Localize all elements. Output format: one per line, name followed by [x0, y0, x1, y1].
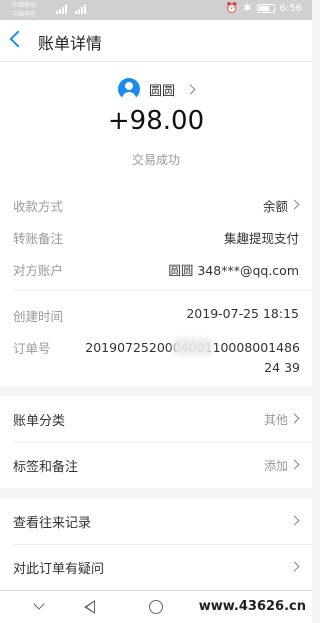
redaction-mark	[173, 338, 213, 356]
records-group: 查看往来记录 对此订单有疑问	[0, 498, 312, 590]
detail-value: 余额	[262, 199, 288, 214]
payee-name: 圆圆	[149, 83, 176, 99]
avatar-icon	[118, 78, 140, 100]
page-title: 账单详情	[38, 34, 103, 53]
detail-row-payment-method[interactable]: 收款方式 余额	[0, 188, 312, 220]
details-card: 收款方式 余额 转账备注 集趣提现支付 对方账户 圆圆 348***@qq.co…	[0, 182, 312, 386]
detail-label: 订单号	[13, 341, 51, 356]
chevron-right-icon	[289, 515, 300, 526]
transaction-status: 交易成功	[131, 153, 180, 167]
status-right: ⏰ ✱ 6:56	[226, 3, 302, 14]
carrier-labels: 中国移动 中国电信	[12, 1, 36, 19]
carrier-2: 中国电信	[12, 11, 37, 18]
payee-link[interactable]: 圆圆	[118, 78, 196, 100]
back-icon[interactable]	[9, 30, 27, 48]
clock: 6:56	[279, 3, 302, 14]
hide-keyboard-icon[interactable]	[33, 598, 45, 610]
detail-row-created-time: 创建时间 2019-07-25 18:15	[0, 298, 312, 330]
history-row[interactable]: 查看往来记录	[0, 498, 312, 544]
transaction-summary: 圆圆 +98.00 交易成功	[0, 62, 312, 182]
carrier-1: 中国移动	[12, 2, 37, 9]
detail-row-counterparty: 对方账户 圆圆 348***@qq.com	[0, 252, 312, 284]
amount: +98.00	[107, 106, 205, 136]
navbar: 账单详情	[0, 20, 312, 62]
signal-icon	[56, 4, 86, 14]
home-icon[interactable]	[149, 600, 163, 614]
row-label: 标签和备注	[13, 460, 79, 475]
bluetooth-icon: ✱	[243, 3, 252, 14]
question-row[interactable]: 对此订单有疑问	[0, 544, 312, 590]
detail-label: 收款方式	[13, 199, 64, 214]
chevron-right-icon	[289, 199, 300, 210]
system-nav-bar: www.43626.cn	[0, 590, 312, 623]
detail-row-remark: 转账备注 集趣提现支付	[0, 220, 312, 252]
row-value: 添加	[263, 459, 288, 473]
chevron-right-icon	[289, 561, 300, 572]
chevron-right-icon	[185, 84, 196, 94]
chevron-right-icon	[289, 459, 300, 470]
status-bar: 中国移动 中国电信 ⏰ ✱ 6:56	[0, 0, 312, 20]
back-nav-icon[interactable]	[84, 600, 95, 614]
detail-value: 圆圆 348***@qq.com	[168, 263, 299, 278]
row-value: 其他	[263, 413, 288, 427]
battery-icon	[256, 4, 275, 13]
row-label: 查看往来记录	[13, 516, 92, 531]
chevron-right-icon	[289, 413, 300, 424]
detail-label: 创建时间	[13, 309, 64, 324]
detail-value: 集趣提现支付	[223, 231, 299, 246]
category-group: 账单分类 其他 标签和备注 添加	[0, 396, 312, 488]
watermark: www.43626.cn	[198, 599, 306, 614]
detail-value: 2019-07-25 18:15	[186, 306, 299, 321]
detail-label: 对方账户	[13, 263, 64, 278]
tags-notes-row[interactable]: 标签和备注 添加	[0, 442, 312, 488]
bill-category-row[interactable]: 账单分类 其他	[0, 396, 312, 442]
row-label: 账单分类	[13, 414, 66, 429]
alarm-icon: ⏰	[225, 3, 239, 14]
detail-label: 转账备注	[13, 231, 64, 246]
divider	[13, 290, 312, 291]
row-label: 对此订单有疑问	[13, 562, 105, 577]
